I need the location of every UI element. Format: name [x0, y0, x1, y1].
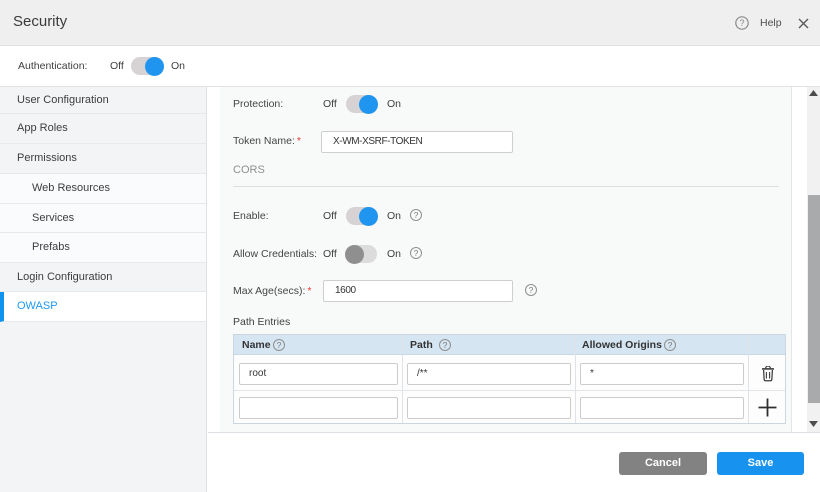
svg-text:?: ?: [739, 18, 744, 28]
